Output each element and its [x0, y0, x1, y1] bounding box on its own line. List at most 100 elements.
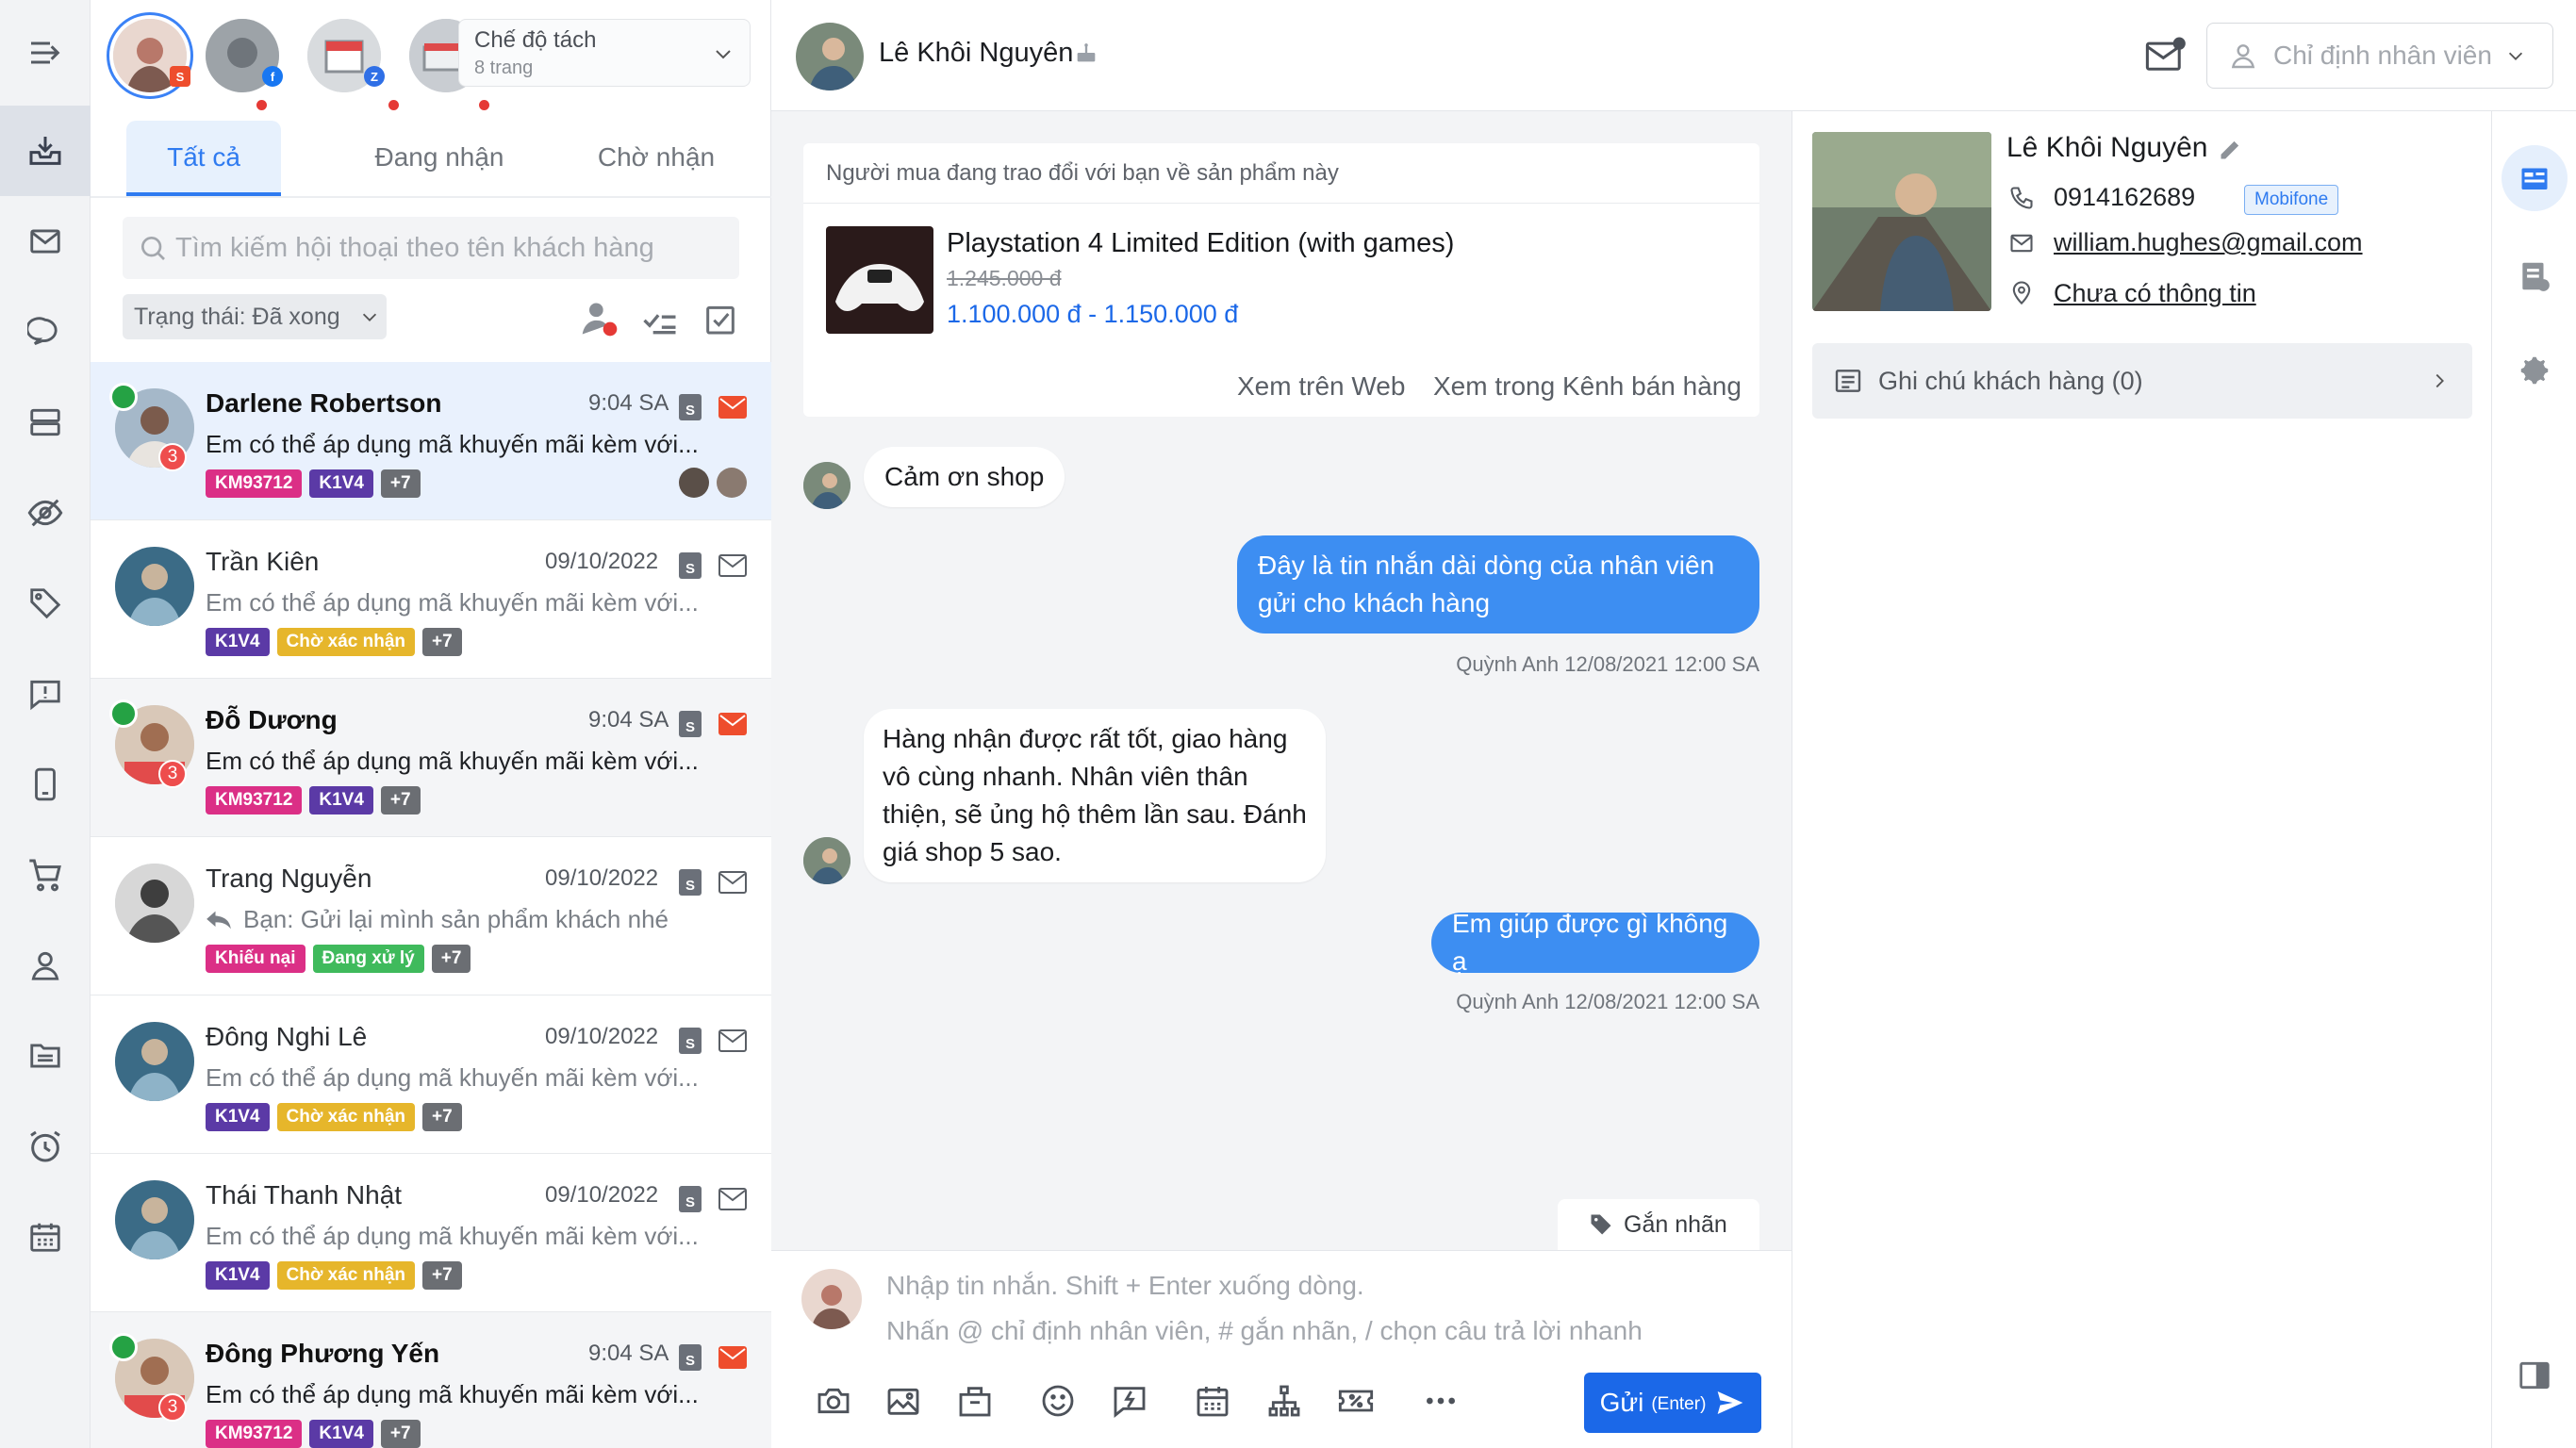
chat-bubble-icon[interactable]: [0, 287, 91, 377]
cart-icon[interactable]: [0, 830, 91, 920]
alarm-icon[interactable]: [0, 1101, 91, 1192]
contact-card-icon[interactable]: [2502, 145, 2568, 211]
tag-more[interactable]: +7: [422, 628, 462, 656]
tag-more[interactable]: +7: [422, 1261, 462, 1290]
unread-dot: [479, 100, 489, 110]
more-icon[interactable]: [1420, 1380, 1461, 1422]
tab-waiting[interactable]: Chờ nhận: [562, 121, 751, 194]
mail-unread-icon: [718, 713, 747, 735]
conversation-item[interactable]: Đông Nghi Lê 09/10/2022 S Em có thể áp d…: [91, 996, 771, 1154]
conversation-item[interactable]: Trang Nguyễn 09/10/2022 S Bạn: Gửi lại m…: [91, 837, 771, 996]
order-list-icon[interactable]: [2517, 258, 2552, 294]
send-button[interactable]: Gửi (Enter): [1584, 1373, 1761, 1433]
conversation-time: 9:04 SA: [588, 707, 669, 732]
tab-receiving[interactable]: Đang nhận: [345, 121, 534, 194]
product-icon[interactable]: [954, 1380, 996, 1422]
user-icon[interactable]: [0, 920, 91, 1011]
mail-icon: [718, 554, 747, 577]
mail-icon: [2008, 230, 2035, 256]
profile-email[interactable]: william.hughes@gmail.com: [2054, 228, 2363, 257]
conversation-preview: Em có thể áp dụng mã khuyến mãi kèm với.…: [206, 1380, 699, 1408]
customer-notes-row[interactable]: Ghi chú khách hàng (0): [1812, 343, 2472, 419]
calendar-icon[interactable]: [1192, 1380, 1233, 1422]
view-on-web-link[interactable]: Xem trên Web: [1237, 371, 1405, 402]
search-placeholder[interactable]: Tìm kiếm hội thoại theo tên khách hàng: [175, 233, 654, 264]
unread-count: 3: [158, 443, 187, 471]
add-tag-button[interactable]: Gắn nhãn: [1558, 1199, 1759, 1250]
split-mode-selector[interactable]: Chế độ tách 8 trang: [458, 19, 751, 87]
avatar: [115, 1180, 194, 1259]
folder-icon[interactable]: [0, 1011, 91, 1101]
emoji-icon[interactable]: [1037, 1380, 1079, 1422]
camera-icon[interactable]: [813, 1380, 854, 1422]
mail-icon[interactable]: [0, 196, 91, 287]
tag-more[interactable]: +7: [380, 786, 421, 814]
tag-icon[interactable]: [0, 558, 91, 649]
shopee-bag-icon: S: [679, 1344, 702, 1371]
conversation-item[interactable]: Thái Thanh Nhật 09/10/2022 S Em có thể á…: [91, 1154, 771, 1312]
mark-read-icon[interactable]: [702, 300, 739, 337]
reply-icon: [206, 909, 232, 931]
unassigned-filter-icon[interactable]: [579, 298, 620, 339]
conversation-item[interactable]: 3 Đỗ Dương 9:04 SA S Em có thể áp dụng m…: [91, 679, 771, 837]
tag-more[interactable]: +7: [422, 1103, 462, 1131]
eye-off-icon[interactable]: [0, 468, 91, 558]
conversation-search[interactable]: Tìm kiếm hội thoại theo tên khách hàng: [123, 217, 739, 279]
inbox-icon[interactable]: [0, 106, 91, 196]
sitemap-icon[interactable]: [1263, 1380, 1305, 1422]
image-icon[interactable]: [883, 1380, 924, 1422]
split-mode-subtitle: 8 trang: [474, 58, 534, 78]
edit-pencil-icon[interactable]: [2218, 136, 2244, 162]
message-input[interactable]: Nhập tin nhắn. Shift + Enter xuống dòng.: [886, 1271, 1364, 1301]
tab-all[interactable]: Tất cả: [126, 121, 281, 194]
mail-icon: [718, 1029, 747, 1052]
tag-icon: [1588, 1211, 1614, 1238]
mobile-icon[interactable]: [0, 739, 91, 830]
status-filter-dropdown[interactable]: Trạng thái: Đã xong: [123, 294, 387, 339]
shopee-bag-icon: S: [679, 869, 702, 896]
conversation-name: Trang Nguyễn: [206, 864, 372, 893]
gear-icon[interactable]: [2517, 353, 2552, 388]
customer-avatar[interactable]: [796, 23, 864, 90]
quick-reply-icon[interactable]: [1109, 1380, 1150, 1422]
feedback-icon[interactable]: [0, 649, 91, 739]
conversation-name: Trần Kiên: [206, 547, 320, 576]
conversation-preview: Bạn: Gửi lại mình sản phẩm khách nhé: [243, 905, 669, 933]
customer-photo[interactable]: [1812, 132, 1991, 311]
conversation-item[interactable]: 3 Đông Phương Yến 9:04 SA S Em có thể áp…: [91, 1312, 771, 1448]
shopee-bag-icon: S: [679, 394, 702, 420]
tag: Khiếu nại: [206, 945, 305, 973]
tag-more[interactable]: +7: [380, 1420, 421, 1448]
conversation-preview: Em có thể áp dụng mã khuyến mãi kèm với.…: [206, 430, 699, 458]
checklist-icon[interactable]: [639, 298, 681, 339]
product-name[interactable]: Playstation 4 Limited Edition (with game…: [947, 228, 1454, 259]
product-image[interactable]: [826, 226, 933, 334]
whatsapp-icon: [109, 383, 138, 411]
voucher-icon[interactable]: [1335, 1380, 1377, 1422]
view-in-channel-link[interactable]: Xem trong Kênh bán hàng: [1433, 371, 1742, 402]
profile-phone[interactable]: 0914162689: [2054, 183, 2195, 212]
facebook-icon: f: [262, 66, 283, 87]
tab-divider: [91, 196, 771, 198]
status-filter-label: Trạng thái: Đã xong: [134, 303, 340, 330]
conversation-name: Thái Thanh Nhật: [206, 1180, 403, 1209]
product-old-price: 1.245.000 đ: [947, 266, 1062, 290]
calendar-icon[interactable]: [0, 1192, 91, 1282]
chevron-down-icon: [2505, 45, 2526, 66]
product-card: Người mua đang trao đổi với bạn về sản p…: [803, 143, 1759, 417]
tag: Chờ xác nhận: [276, 628, 416, 656]
menu-toggle-icon[interactable]: [0, 8, 91, 98]
conversation-item[interactable]: Trần Kiên 09/10/2022 S Em có thể áp dụng…: [91, 520, 771, 679]
mail-notification-icon[interactable]: [2144, 36, 2186, 74]
send-icon: [1715, 1388, 1745, 1418]
collapse-panel-icon[interactable]: [2517, 1358, 2552, 1393]
customer-avatar-small: [803, 837, 850, 884]
tag-more[interactable]: +7: [380, 469, 421, 498]
conversation-item[interactable]: 3 Darlene Robertson 9:04 SA S Em có thể …: [91, 362, 771, 520]
assign-staff-dropdown[interactable]: Chỉ định nhân viên: [2206, 23, 2553, 89]
server-icon[interactable]: [0, 377, 91, 468]
tag: K1V4: [309, 1420, 373, 1448]
location-pin-icon: [2008, 279, 2035, 305]
tag-more[interactable]: +7: [431, 945, 471, 973]
profile-address[interactable]: Chưa có thông tin: [2054, 279, 2256, 308]
